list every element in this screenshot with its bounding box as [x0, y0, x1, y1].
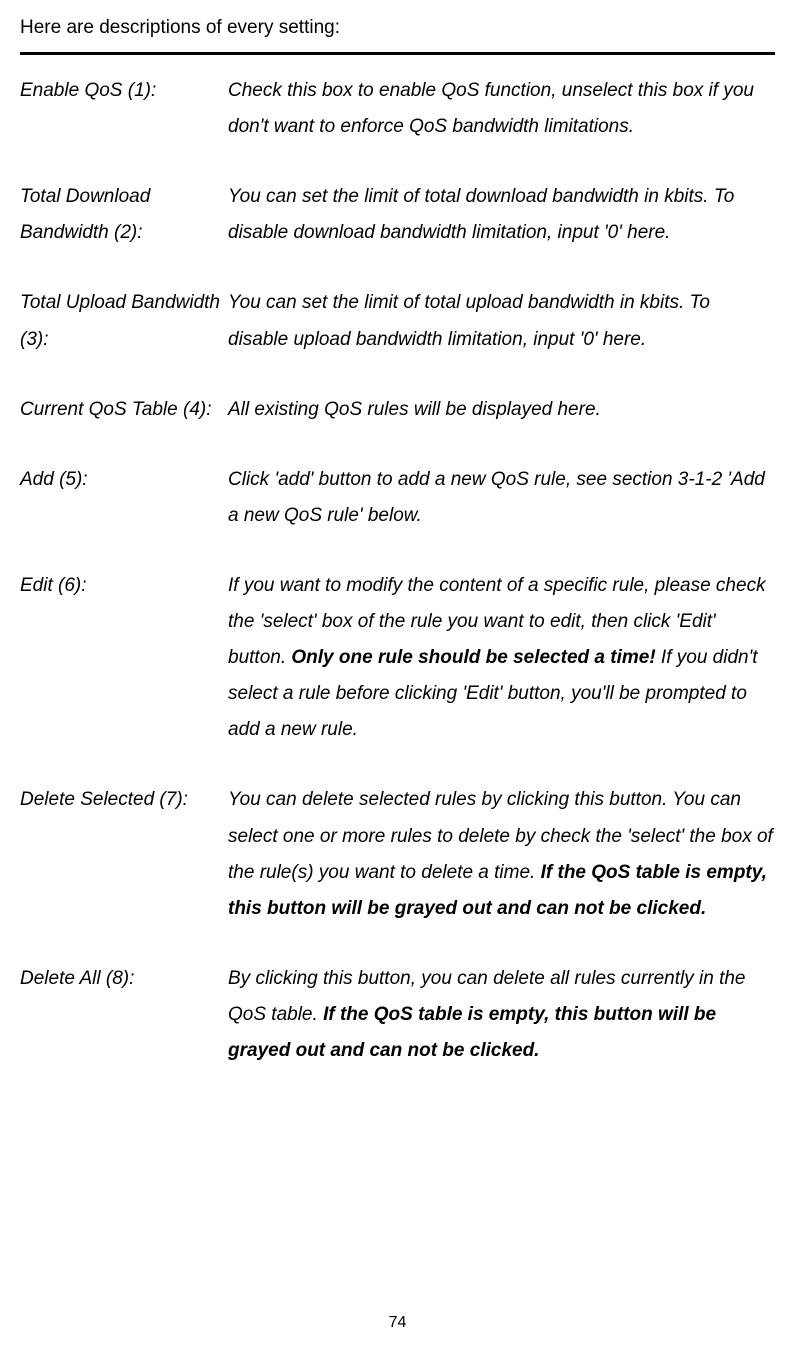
- intro-text: Here are descriptions of every setting:: [20, 10, 775, 46]
- setting-row: Enable QoS (1):Check this box to enable …: [20, 73, 775, 145]
- setting-description: If you want to modify the content of a s…: [228, 568, 775, 748]
- divider: [20, 52, 775, 55]
- page-number: 74: [0, 1308, 795, 1338]
- setting-label: Total Download Bandwidth (2):: [20, 179, 228, 251]
- setting-label: Current QoS Table (4):: [20, 392, 228, 428]
- setting-label: Total Upload Bandwidth (3):: [20, 285, 228, 357]
- setting-row: Add (5):Click 'add' button to add a new …: [20, 462, 775, 534]
- setting-description: Click 'add' button to add a new QoS rule…: [228, 462, 775, 534]
- setting-description: All existing QoS rules will be displayed…: [228, 392, 775, 428]
- setting-description: Check this box to enable QoS function, u…: [228, 73, 775, 145]
- setting-description: You can delete selected rules by clickin…: [228, 782, 775, 926]
- setting-label: Delete Selected (7):: [20, 782, 228, 926]
- text: Click 'add' button to add a new QoS rule…: [228, 469, 765, 526]
- setting-description: By clicking this button, you can delete …: [228, 961, 775, 1069]
- setting-label: Delete All (8):: [20, 961, 228, 1069]
- setting-row: Current QoS Table (4):All existing QoS r…: [20, 392, 775, 428]
- setting-row: Total Download Bandwidth (2):You can set…: [20, 179, 775, 251]
- setting-label: Enable QoS (1):: [20, 73, 228, 145]
- setting-description: You can set the limit of total upload ba…: [228, 285, 775, 357]
- text: Check this box to enable QoS function, u…: [228, 80, 754, 137]
- setting-row: Total Upload Bandwidth (3):You can set t…: [20, 285, 775, 357]
- setting-description: You can set the limit of total download …: [228, 179, 775, 251]
- bold-text: Only one rule should be selected a time!: [291, 647, 655, 668]
- settings-list: Enable QoS (1):Check this box to enable …: [20, 73, 775, 1069]
- text: You can set the limit of total download …: [228, 186, 734, 243]
- setting-row: Edit (6):If you want to modify the conte…: [20, 568, 775, 748]
- setting-label: Edit (6):: [20, 568, 228, 748]
- setting-row: Delete All (8):By clicking this button, …: [20, 961, 775, 1069]
- setting-row: Delete Selected (7):You can delete selec…: [20, 782, 775, 926]
- text: You can set the limit of total upload ba…: [228, 292, 710, 349]
- text: All existing QoS rules will be displayed…: [228, 399, 601, 420]
- setting-label: Add (5):: [20, 462, 228, 534]
